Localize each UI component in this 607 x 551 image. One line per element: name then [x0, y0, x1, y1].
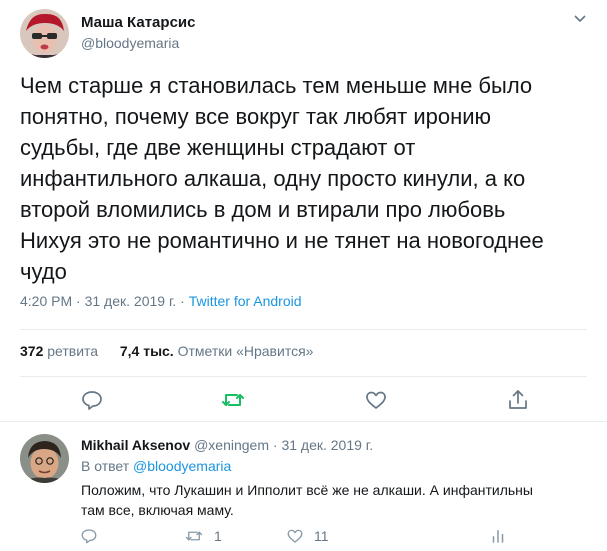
tweet-text-line: Чем старше я становилась тем меньше мне … — [20, 73, 533, 98]
likes-count: 7,4 тыс. — [119, 343, 174, 359]
likes-stat[interactable]: 7,4 тыс. Отметки «Нравится» — [120, 343, 314, 359]
avatar[interactable] — [20, 9, 69, 58]
retweets-count: 372 — [20, 343, 44, 359]
avatar-image — [20, 9, 69, 58]
reply-to-label: В ответ — [81, 458, 130, 474]
divider — [20, 329, 587, 330]
tweet-source-link[interactable]: Twitter for Android — [189, 293, 302, 309]
retweets-label: ретвита — [47, 343, 99, 359]
analytics-icon — [492, 530, 504, 543]
meta-separator: · — [72, 293, 85, 309]
author-handle[interactable]: @bloodyemaria — [81, 35, 179, 51]
like-icon[interactable] — [364, 388, 388, 412]
reply-like-count: 11 — [314, 528, 329, 544]
avatar-image — [20, 434, 69, 483]
author-name[interactable]: Маша Катарсис — [81, 14, 195, 31]
tweet-text: Чем старше я становилась тем меньше мне … — [20, 70, 595, 287]
main-tweet: Маша Катарсис @bloodyemaria Чем старше я… — [0, 0, 607, 422]
reply-retweet-count: 1 — [214, 528, 222, 544]
reply-icon — [81, 529, 97, 544]
tweet-text-line: инфантильного алкаша, одну просто кинули… — [20, 166, 526, 191]
reply-to-handle-link[interactable]: @bloodyemaria — [133, 458, 231, 474]
tweet-meta: 4:20 PM · 31 дек. 2019 г. · Twitter for … — [20, 293, 302, 309]
tweet-text-line: понятно, почему все вокруг так любят иро… — [20, 104, 492, 129]
tweet-date[interactable]: 31 дек. 2019 г. — [85, 293, 177, 309]
tweet-text-line: второй вломились в дом и втирали про люб… — [20, 197, 506, 222]
tweet-text-line: чудо — [20, 259, 67, 284]
meta-separator: · — [176, 293, 189, 309]
reply-author-handle[interactable]: @xeningem — [194, 437, 269, 453]
reply-icon[interactable] — [80, 388, 104, 412]
divider — [20, 376, 587, 377]
tweet-text-line: судьбы, где две женщины страдают от — [20, 135, 416, 160]
reply-reply-button[interactable] — [80, 526, 98, 546]
reply-header: Mikhail Aksenov @xeningem · 31 дек. 2019… — [81, 437, 373, 453]
likes-label: Отметки «Нравится» — [177, 343, 314, 359]
retweet-icon — [185, 531, 203, 541]
reply-tweet[interactable]: Mikhail Aksenov @xeningem · 31 дек. 2019… — [0, 422, 607, 551]
reply-text-line: Положим, что Лукашин и Ипполит всё же не… — [81, 482, 533, 498]
reply-analytics-button[interactable] — [489, 526, 507, 546]
reply-like-button[interactable]: 11 — [286, 526, 329, 546]
meta-separator: · — [269, 437, 282, 453]
reply-text-line: там все, включая маму. — [81, 502, 234, 518]
share-icon[interactable] — [506, 388, 530, 412]
tweet-stats: 372 ретвита 7,4 тыс. Отметки «Нравится» — [20, 343, 313, 359]
reply-context: В ответ @bloodyemaria — [81, 458, 231, 474]
reply-date[interactable]: 31 дек. 2019 г. — [281, 437, 373, 453]
chevron-down-icon[interactable] — [572, 12, 588, 26]
reply-retweet-button[interactable]: 1 — [184, 526, 222, 546]
tweet-text-line: Нихуя это не романтично и не тянет на но… — [20, 228, 544, 253]
avatar[interactable] — [20, 434, 69, 483]
retweets-stat[interactable]: 372 ретвита — [20, 343, 98, 359]
retweet-icon[interactable] — [221, 388, 245, 412]
like-icon — [287, 529, 303, 543]
tweet-time[interactable]: 4:20 PM — [20, 293, 72, 309]
reply-text: Положим, что Лукашин и Ипполит всё же не… — [81, 480, 591, 520]
reply-author-name[interactable]: Mikhail Aksenov — [81, 437, 190, 453]
